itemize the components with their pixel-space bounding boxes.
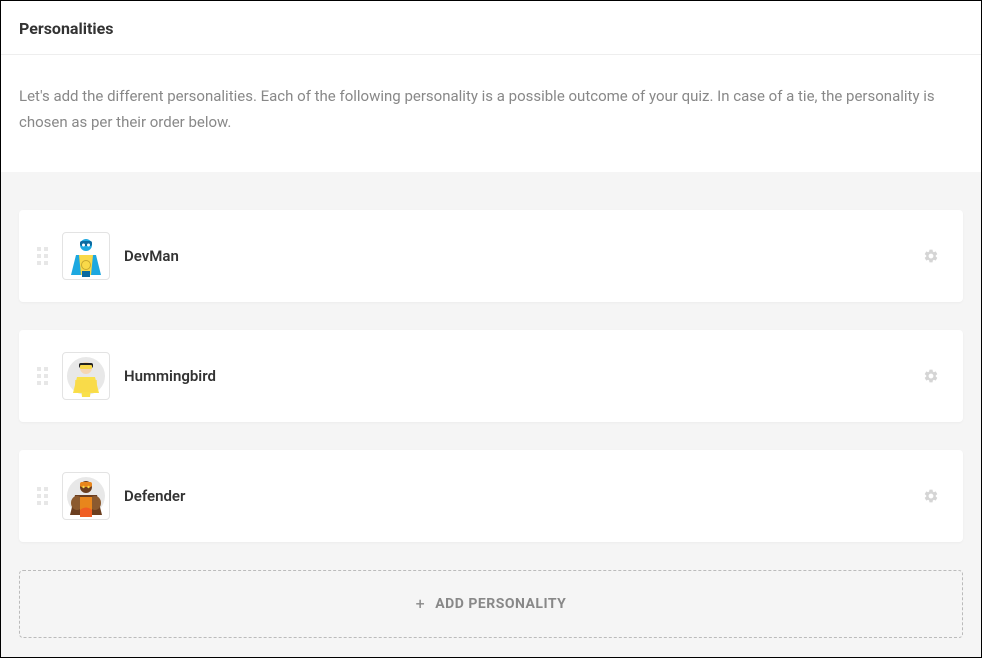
drag-handle-icon[interactable]	[37, 367, 48, 385]
panel-header: Personalities	[1, 1, 981, 55]
description-text: Let's add the different personalities. E…	[1, 55, 981, 172]
personality-card[interactable]: Hummingbird	[19, 330, 963, 422]
drag-handle-icon[interactable]	[37, 487, 48, 505]
add-personality-button[interactable]: + ADD PERSONALITY	[19, 570, 963, 638]
personality-card[interactable]: DevMan	[19, 210, 963, 302]
personality-name: Hummingbird	[124, 367, 909, 385]
gear-icon[interactable]	[923, 368, 939, 384]
gear-icon[interactable]	[923, 248, 939, 264]
personality-card[interactable]: Defender	[19, 450, 963, 542]
avatar	[62, 472, 110, 520]
add-button-label: ADD PERSONALITY	[435, 596, 566, 612]
gear-icon[interactable]	[923, 488, 939, 504]
avatar	[62, 352, 110, 400]
personalities-list: DevMan Hummingbird	[1, 172, 981, 658]
page-title: Personalities	[19, 19, 963, 38]
personalities-panel: Personalities Let's add the different pe…	[0, 0, 982, 658]
personality-name: DevMan	[124, 247, 909, 265]
avatar	[62, 232, 110, 280]
personality-name: Defender	[124, 487, 909, 505]
drag-handle-icon[interactable]	[37, 247, 48, 265]
plus-icon: +	[416, 594, 426, 613]
